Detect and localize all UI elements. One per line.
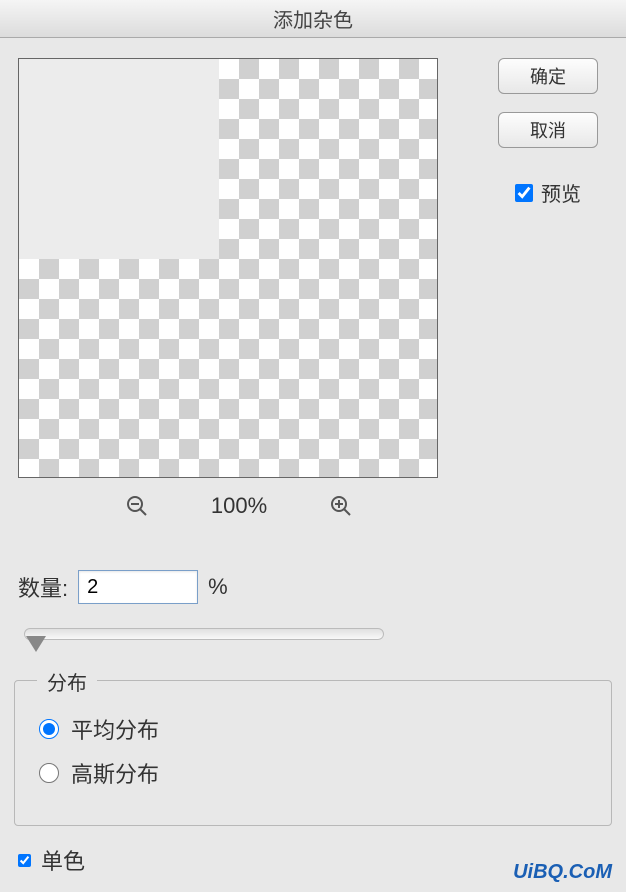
zoom-in-icon[interactable]	[327, 492, 355, 520]
gaussian-radio-row[interactable]: 高斯分布	[39, 757, 587, 789]
gaussian-label: 高斯分布	[71, 757, 159, 789]
gaussian-radio[interactable]	[39, 763, 59, 783]
dialog-title: 添加杂色	[273, 4, 353, 33]
slider-track	[24, 628, 384, 640]
amount-row: 数量: %	[0, 570, 626, 604]
preview-label: 预览	[541, 178, 581, 207]
right-panel: 确定 取消 预览	[488, 58, 608, 520]
amount-input[interactable]	[78, 570, 198, 604]
uniform-radio[interactable]	[39, 719, 59, 739]
noise-region	[19, 59, 219, 259]
zoom-controls: 100%	[18, 492, 460, 520]
monochrome-label: 单色	[41, 844, 85, 876]
preview-checkbox[interactable]	[515, 184, 533, 202]
ok-button[interactable]: 确定	[498, 58, 598, 94]
preview-checkbox-row[interactable]: 预览	[515, 178, 581, 207]
watermark-text: UiBQ.CoM	[513, 861, 612, 884]
zoom-level: 100%	[211, 493, 267, 519]
zoom-out-icon[interactable]	[123, 492, 151, 520]
uniform-radio-row[interactable]: 平均分布	[39, 713, 587, 745]
distribution-legend: 分布	[37, 667, 97, 696]
preview-image[interactable]	[18, 58, 438, 478]
dialog-content: 100% 确定 取消 预览	[0, 38, 626, 520]
amount-label: 数量:	[18, 571, 68, 603]
slider-thumb[interactable]	[26, 636, 46, 652]
left-panel: 100%	[18, 58, 460, 520]
uniform-label: 平均分布	[71, 713, 159, 745]
amount-unit: %	[208, 574, 228, 600]
distribution-fieldset: 分布 平均分布 高斯分布	[14, 680, 612, 826]
amount-slider[interactable]	[24, 622, 384, 652]
dialog-titlebar: 添加杂色	[0, 0, 626, 38]
cancel-button[interactable]: 取消	[498, 112, 598, 148]
monochrome-checkbox[interactable]	[18, 854, 31, 867]
